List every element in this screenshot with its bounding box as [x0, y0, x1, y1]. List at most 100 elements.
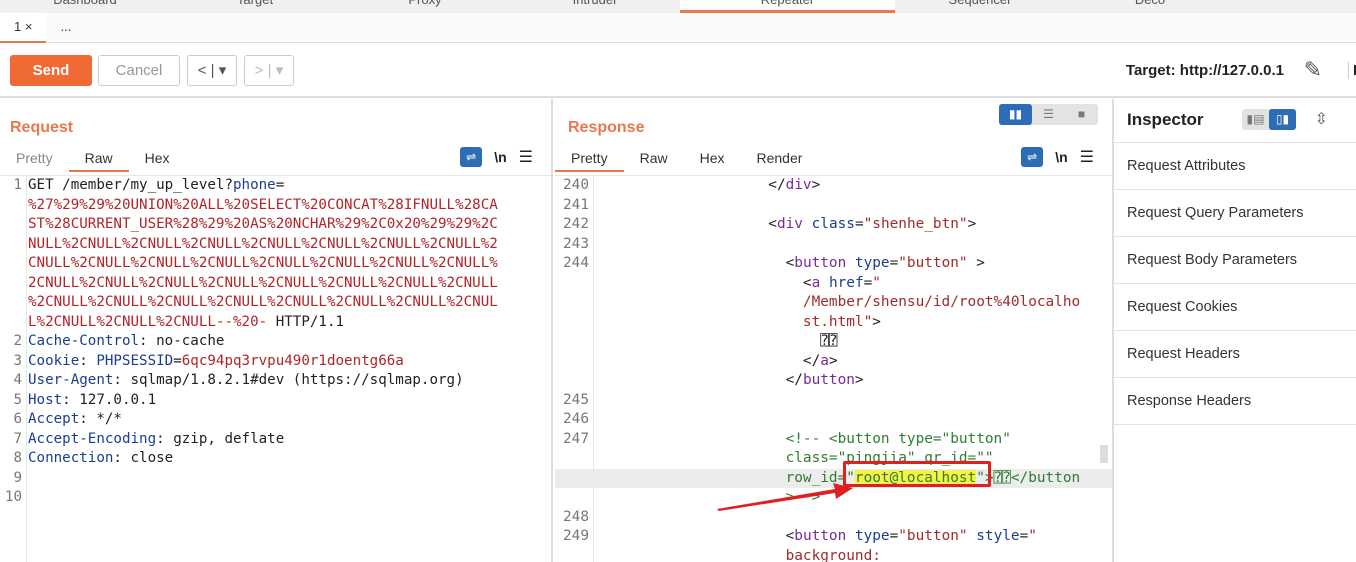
line-number — [555, 488, 593, 508]
line-number: 245 — [563, 391, 589, 408]
inspector-item[interactable]: Request Body Parameters — [1114, 237, 1356, 284]
scrollbar[interactable] — [1100, 445, 1108, 463]
line-number: 249 — [563, 528, 589, 544]
back-button[interactable]: < | ▾ — [187, 55, 237, 86]
line-number — [0, 196, 26, 216]
code-token: : */* — [79, 411, 122, 427]
pencil-icon[interactable]: ✎ — [1304, 57, 1322, 83]
line-number — [0, 235, 26, 255]
tab-pretty[interactable]: Pretty — [0, 144, 69, 172]
main-tab-dashboard[interactable]: Dashboard — [0, 0, 170, 13]
http-toggle[interactable]: H — [1348, 62, 1356, 79]
code-token: : — [79, 352, 97, 369]
split-horizontal-icon[interactable]: ▮▮ — [999, 104, 1032, 125]
inspector-layout-active-icon[interactable]: ▯▮ — [1269, 109, 1296, 130]
wrap-icon[interactable]: ⇌ — [460, 147, 483, 167]
line-number: 247 — [563, 430, 589, 447]
response-panel: ▮▮ ☰ ■ Response Pretty Raw Hex Render ⇌ … — [555, 99, 1112, 562]
request-panel: Request Pretty Raw Hex ⇌ \n ☰ 1 GET /memb… — [0, 99, 553, 562]
main-tab-target[interactable]: Target — [170, 0, 340, 13]
code-token: : close — [113, 450, 174, 466]
code-line: %27%29%29%20UNION%20ALL%20SELECT%20CONCA… — [0, 196, 551, 216]
code-line: 5 Host: 127.0.0.1 — [0, 391, 551, 411]
send-button[interactable]: Send — [10, 55, 92, 86]
code-line: 8 Connection: close — [0, 449, 551, 469]
cancel-button[interactable]: Cancel — [98, 55, 180, 86]
main-tab-repeater[interactable]: Repeater — [680, 0, 895, 13]
code-token: div — [785, 177, 812, 193]
toolbar: Send Cancel < | ▾ > | ▾ Target: http://1… — [0, 43, 1356, 98]
line-number — [0, 254, 26, 274]
code-token: background: — [595, 547, 881, 562]
inspector-item[interactable]: Request Headers — [1114, 331, 1356, 378]
wrap-icon[interactable]: ⇌ — [1021, 147, 1044, 167]
line-number: 7 — [13, 430, 22, 447]
code-line: 243 — [555, 235, 1112, 255]
code-token: /Member/shensu/id/root%40localho — [595, 294, 1081, 310]
code-token: NULL%2CNULL%2CNULL%2CNULL%2CNULL%2CNULL%… — [28, 235, 498, 252]
code-line: <a href=" — [555, 274, 1112, 294]
tab-1[interactable]: 1 × — [0, 13, 47, 43]
line-number — [555, 293, 593, 313]
main-tab-sequencer[interactable]: Sequencer — [895, 0, 1065, 13]
code-line: /Member/shensu/id/root%40localho — [555, 293, 1112, 313]
inspector-item[interactable]: Request Attributes — [1114, 143, 1356, 190]
code-token: Connection — [28, 450, 114, 466]
inspector-layout-icon[interactable]: ▮▤ — [1242, 109, 1269, 130]
code-line: 4 User-Agent: sqlmap/1.8.2.1#dev (https:/… — [0, 371, 551, 391]
line-number: 1 — [13, 177, 22, 193]
code-line: CNULL%2CNULL%2CNULL%2CNULL%2CNULL%2CNULL… — [0, 254, 551, 274]
tab-more[interactable]: ... — [46, 13, 85, 43]
request-editor[interactable]: 1 GET /member/my_up_level?phone= %27%29%29… — [0, 175, 551, 562]
code-token: = — [889, 528, 899, 544]
line-number: 5 — [13, 391, 22, 408]
line-number: 243 — [563, 235, 589, 252]
code-token: : no-cache — [139, 333, 225, 349]
line-number: 244 — [563, 255, 589, 271]
code-token: > — [854, 372, 864, 388]
inspector-item[interactable]: Request Cookies — [1114, 284, 1356, 331]
line-number — [555, 371, 593, 391]
main-tab-deco[interactable]: Deco — [1065, 0, 1235, 13]
code-token: a — [811, 274, 821, 291]
inspector-item[interactable]: Request Query Parameters — [1114, 190, 1356, 237]
code-line: 249 <button type="button" style=" — [555, 527, 1112, 547]
code-token: button — [794, 528, 847, 544]
code-token: ST%28CURRENT_USER%28%29%20AS%20NCHAR%29%… — [28, 216, 498, 232]
menu-icon[interactable]: ☰ — [1080, 147, 1094, 167]
line-number: 248 — [563, 508, 589, 525]
main-tab-intruder[interactable]: Intruder — [510, 0, 680, 13]
code-token: < — [595, 274, 812, 291]
tab-hex[interactable]: Hex — [684, 144, 741, 172]
request-view-tabs: Pretty Raw Hex — [0, 144, 186, 172]
tab-raw[interactable]: Raw — [624, 144, 684, 172]
target-label: Target: http://127.0.0.1 — [1125, 62, 1284, 79]
tab-pretty[interactable]: Pretty — [555, 144, 624, 172]
tab-render[interactable]: Render — [741, 144, 819, 172]
code-token: = — [275, 177, 285, 193]
line-number — [555, 469, 593, 489]
single-pane-icon[interactable]: ■ — [1065, 104, 1098, 125]
newline-toggle[interactable]: \n — [1055, 149, 1067, 165]
newline-toggle[interactable]: \n — [494, 149, 506, 165]
tab-raw[interactable]: Raw — [68, 144, 129, 172]
code-token: Cookie — [28, 352, 80, 369]
code-token: = — [889, 255, 899, 271]
forward-button[interactable]: > | ▾ — [244, 55, 294, 86]
tab-hex[interactable]: Hex — [129, 144, 186, 172]
split-vertical-icon[interactable]: ☰ — [1032, 104, 1065, 125]
response-title: Response — [568, 119, 645, 136]
line-number — [0, 274, 26, 294]
menu-icon[interactable]: ☰ — [519, 147, 533, 167]
main-tab-proxy[interactable]: Proxy — [340, 0, 510, 13]
inspector-item[interactable]: Response Headers — [1114, 378, 1356, 425]
request-title: Request — [10, 119, 74, 136]
line-number: 3 — [13, 352, 22, 369]
code-token: > — [828, 352, 838, 369]
code-token: Cache-Control — [28, 333, 140, 349]
collapse-icon[interactable]: ⇳ — [1315, 109, 1328, 129]
code-token: button — [802, 372, 855, 388]
